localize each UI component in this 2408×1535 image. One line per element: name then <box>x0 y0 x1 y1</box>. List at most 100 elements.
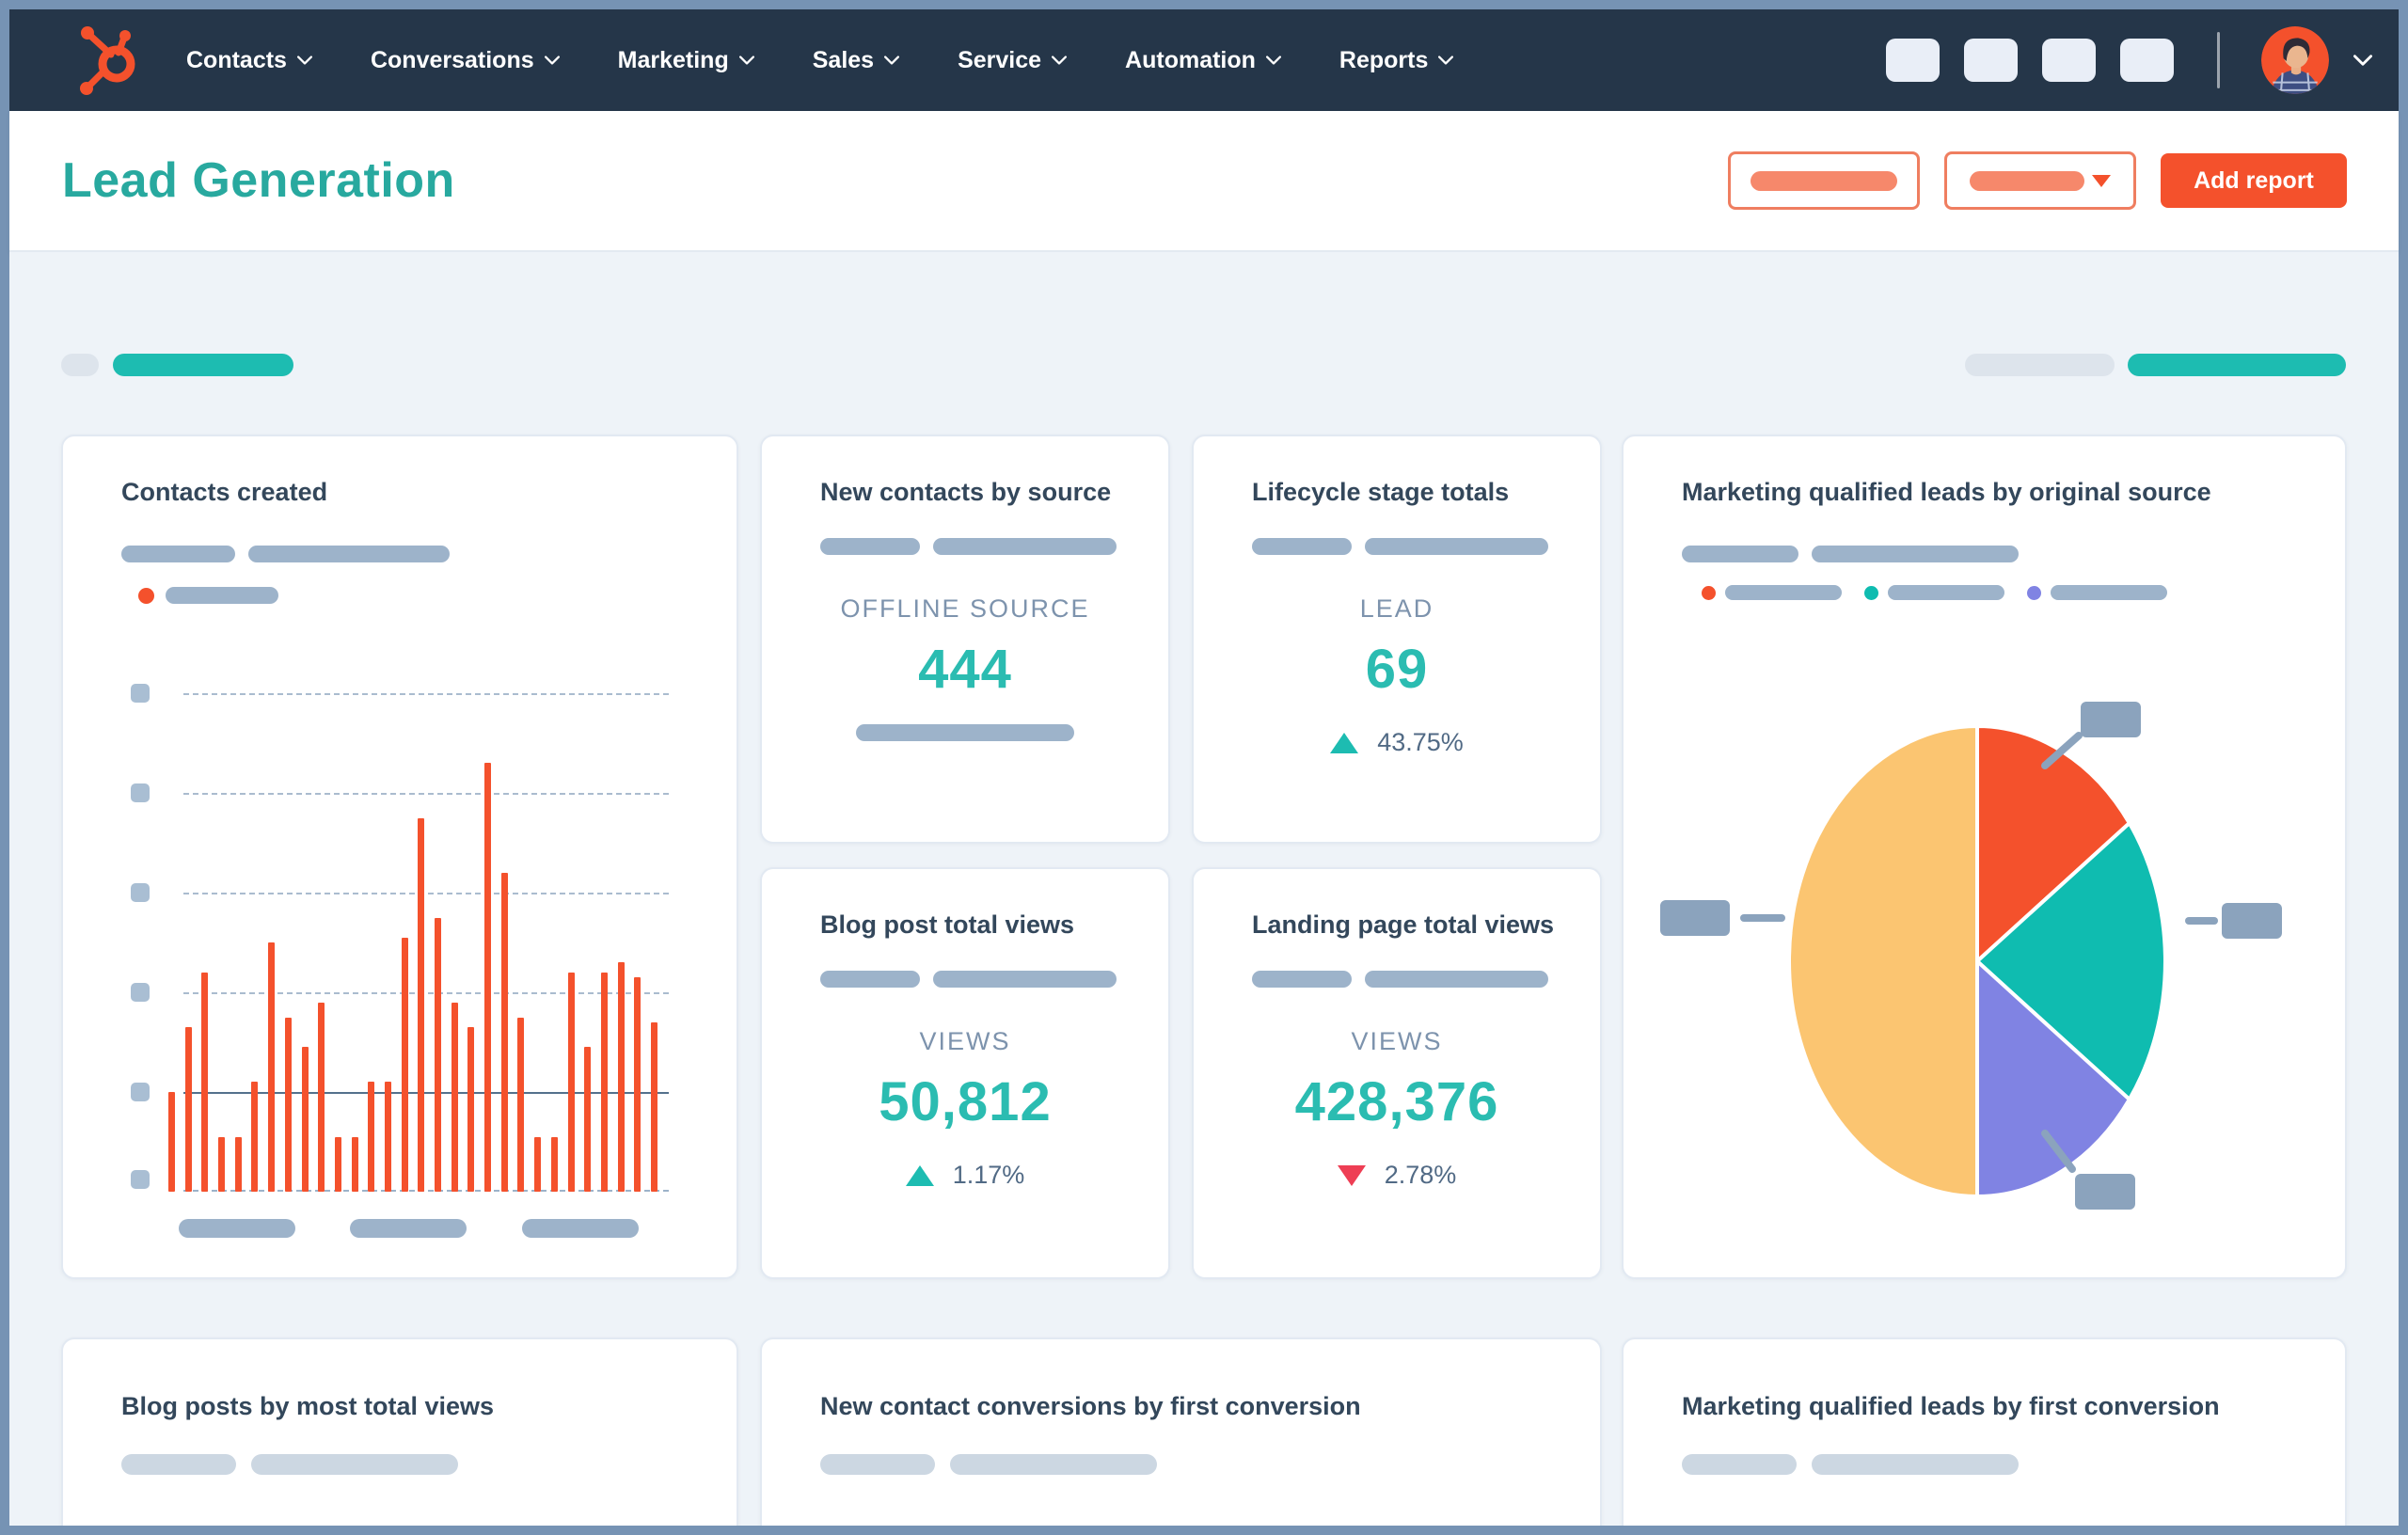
dropdown-placeholder-pill <box>1970 170 2084 191</box>
card-title: Blog post total views <box>820 910 1075 939</box>
nav-item-label: Sales <box>812 46 875 73</box>
nav-item-label: Conversations <box>370 46 534 73</box>
bar <box>384 1082 391 1192</box>
metric-value: 50,812 <box>879 1071 1052 1132</box>
chart-legend-placeholder <box>138 587 278 604</box>
metric-label: LEAD <box>1359 594 1434 623</box>
user-avatar[interactable] <box>2261 26 2329 94</box>
bar <box>534 1136 542 1192</box>
avatar-chevron-icon[interactable] <box>2353 55 2372 66</box>
avatar-image <box>2261 26 2329 94</box>
bar <box>435 917 441 1192</box>
legend-label-placeholder <box>2051 585 2167 600</box>
x-label-placeholder <box>179 1219 295 1238</box>
card-subtitle-placeholders <box>121 546 450 562</box>
card-title: New contact conversions by first convers… <box>820 1392 1361 1420</box>
nav-item-sales[interactable]: Sales <box>812 46 900 74</box>
card-blog-posts-by-most-total-views: Blog posts by most total views <box>61 1337 738 1526</box>
delta-value: 2.78% <box>1384 1161 1457 1189</box>
callout-left-box <box>1660 900 1730 936</box>
card-subtitle-placeholders <box>1252 971 1548 988</box>
nav-action-placeholder-2[interactable] <box>1964 39 2018 82</box>
bar <box>351 1136 358 1192</box>
y-tick-placeholder <box>131 783 150 802</box>
card-title: Marketing qualified leads by original so… <box>1682 478 2211 506</box>
bar <box>584 1047 592 1192</box>
nav-action-placeholder-3[interactable] <box>2042 39 2096 82</box>
card-landing-page-total-views: Landing page total views VIEWS 428,376 2… <box>1192 867 1602 1279</box>
page-header: Lead Generation Add report <box>9 111 2399 252</box>
bar <box>251 1082 259 1192</box>
bar <box>650 1021 657 1192</box>
nav-item-contacts[interactable]: Contacts <box>186 47 312 74</box>
metric-value: 428,376 <box>1294 1071 1499 1132</box>
chevron-down-icon <box>1265 55 1281 65</box>
metric-delta: 1.17% <box>762 1161 1168 1190</box>
trend-down-icon <box>1337 1164 1366 1186</box>
nav-item-label: Service <box>958 46 1042 73</box>
y-tick-placeholder <box>131 684 150 703</box>
metric-value: 69 <box>1365 639 1429 700</box>
trend-up-icon <box>905 1164 934 1186</box>
x-label-placeholder <box>522 1219 639 1238</box>
legend-dot <box>1702 585 1716 600</box>
card-title: Contacts created <box>121 478 328 506</box>
metric-footer-placeholder <box>856 724 1074 741</box>
bar <box>500 872 508 1192</box>
bar <box>168 1092 175 1192</box>
pie-slice-yellow <box>1787 724 1979 1198</box>
bar <box>201 972 209 1192</box>
action-filter-placeholder[interactable] <box>2128 354 2346 376</box>
add-report-button[interactable]: Add report <box>2161 153 2347 208</box>
card-title: Landing page total views <box>1252 910 1555 939</box>
dashboard-name-placeholder[interactable] <box>113 354 293 376</box>
legend-dot <box>1864 585 1878 600</box>
metric-label: VIEWS <box>919 1027 1011 1055</box>
metric-label: OFFLINE SOURCE <box>840 594 1090 623</box>
legend-item-slice-purple <box>2027 585 2167 600</box>
bar <box>484 763 492 1192</box>
card-subtitle-placeholders <box>121 1454 458 1475</box>
legend-item-slice-orange <box>1702 585 1842 600</box>
nav-item-automation[interactable]: Automation <box>1125 47 1281 74</box>
y-tick-placeholder <box>131 983 150 1002</box>
bar <box>634 977 642 1192</box>
hubspot-logo-icon[interactable] <box>75 23 143 98</box>
header-dropdown-button[interactable] <box>1944 151 2136 210</box>
card-subtitle-placeholders <box>820 971 1117 988</box>
app-window: Contacts Conversations Marketing Sales Servi… <box>0 0 2408 1535</box>
chevron-down-icon <box>738 55 754 65</box>
bar <box>401 937 408 1192</box>
header-filter-button[interactable] <box>1728 151 1920 210</box>
card-title: Lifecycle stage totals <box>1252 478 1510 506</box>
bar <box>334 1136 341 1192</box>
date-filter-placeholder[interactable] <box>1965 354 2115 376</box>
chevron-down-icon <box>884 55 900 65</box>
nav-item-label: Contacts <box>186 46 287 73</box>
nav-action-placeholder-1[interactable] <box>1886 39 1940 82</box>
bar <box>418 817 425 1192</box>
nav-menu: Contacts Conversations Marketing Sales Servi… <box>186 46 1454 74</box>
filter-placeholder-pill <box>1751 170 1897 191</box>
card-new-contacts-by-source: New contacts by source OFFLINE SOURCE 44… <box>760 435 1170 844</box>
page-title: Lead Generation <box>62 153 455 208</box>
y-tick-placeholder <box>131 1170 150 1189</box>
bar <box>184 1027 192 1192</box>
card-subtitle-placeholders <box>1682 546 2019 562</box>
nav-item-service[interactable]: Service <box>958 46 1068 74</box>
nav-item-conversations[interactable]: Conversations <box>371 47 560 74</box>
nav-item-marketing[interactable]: Marketing <box>618 47 754 74</box>
card-subtitle-placeholders <box>820 1454 1157 1475</box>
legend-dot-orange <box>138 587 154 604</box>
chevron-down-icon <box>1052 55 1068 65</box>
card-new-contact-conversions: New contact conversions by first convers… <box>760 1337 1602 1526</box>
dashboard-tab-placeholder[interactable] <box>61 354 99 376</box>
callout-top-right-box <box>2081 702 2141 737</box>
card-title: Marketing qualified leads by first conve… <box>1682 1392 2220 1420</box>
bar <box>284 1017 292 1192</box>
card-contacts-created: Contacts created <box>61 435 738 1279</box>
nav-item-reports[interactable]: Reports <box>1339 47 1454 74</box>
card-subtitle-placeholders <box>820 538 1117 555</box>
card-subtitle-placeholders <box>1252 538 1548 555</box>
nav-action-placeholder-4[interactable] <box>2120 39 2174 82</box>
